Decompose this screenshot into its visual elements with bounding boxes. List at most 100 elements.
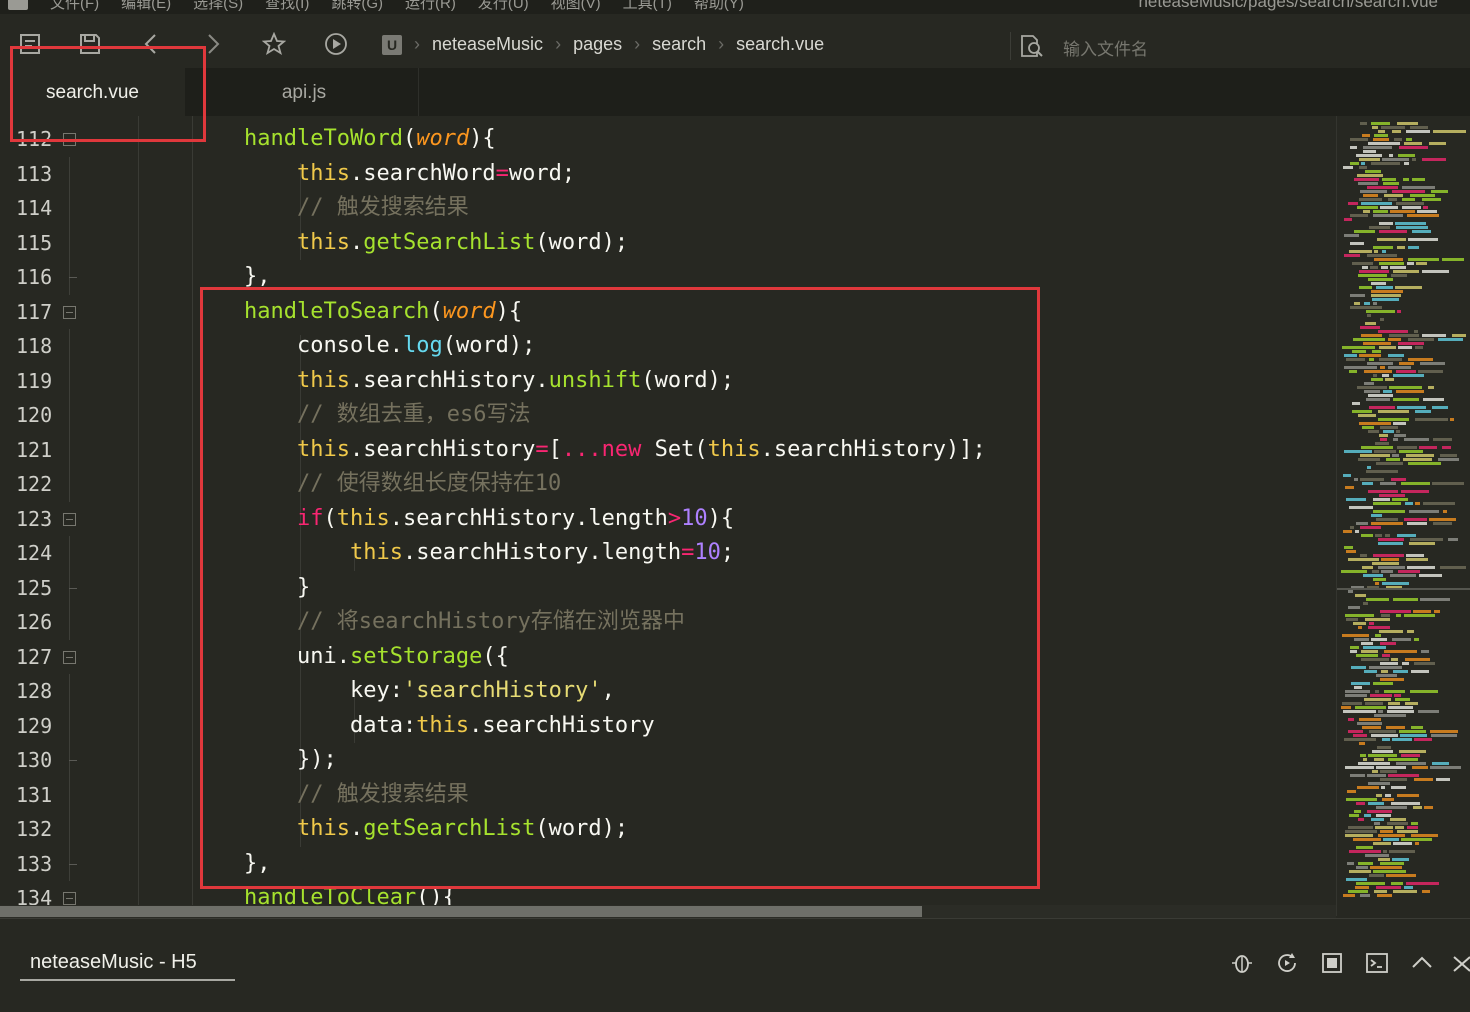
minimap-line (1355, 594, 1366, 597)
minimap-line (1392, 638, 1411, 641)
menu-item[interactable]: 文件(F) (50, 0, 99, 13)
menu-item[interactable]: 选择(S) (193, 0, 243, 13)
code-line[interactable]: handleToWord(word){ (244, 122, 496, 156)
file-search[interactable]: 输入文件名 (1010, 32, 1311, 60)
minimap-line (1349, 506, 1373, 509)
fold-toggle-icon[interactable] (63, 650, 76, 664)
minimap-line (1379, 358, 1402, 361)
minimap-line (1392, 454, 1399, 457)
minimap-line (1361, 658, 1389, 661)
menu-item[interactable]: 视图(V) (551, 0, 601, 13)
minimap-line (1341, 706, 1351, 709)
restart-icon[interactable] (1274, 951, 1300, 977)
minimap-line (1399, 730, 1426, 733)
minimap-line (1359, 270, 1389, 273)
stop-icon[interactable] (1319, 951, 1345, 977)
minimap-line (1344, 234, 1359, 237)
fold-toggle-icon[interactable] (63, 892, 76, 905)
minimap-line (1376, 794, 1382, 797)
menu-item[interactable]: 发行(U) (478, 0, 529, 13)
minimap-line (1343, 474, 1351, 477)
menu-bar: 文件(F) 编辑(E) 选择(S) 查找(I) 跳转(G) 运行(R) 发行(U) 视图(V)… (0, 0, 1470, 14)
fold-end-marker (69, 863, 77, 865)
minimap-line (1362, 566, 1373, 569)
minimap-line (1346, 498, 1366, 501)
fold-line (69, 674, 70, 709)
minimap-line (1373, 138, 1389, 141)
minimap-line (1418, 370, 1443, 373)
minimap-line (1407, 262, 1414, 265)
minimap-line (1433, 130, 1466, 133)
minimap-line (1363, 150, 1376, 153)
fold-line (69, 191, 70, 226)
code-line[interactable]: this.getSearchList(word); (244, 226, 628, 260)
collapse-icon[interactable] (1409, 951, 1435, 977)
minimap-line (1353, 622, 1366, 625)
minimap-line (1355, 886, 1369, 889)
fold-toggle-icon[interactable] (63, 305, 76, 319)
fold-line (69, 398, 70, 433)
fold-line (69, 536, 70, 571)
minimap[interactable] (1336, 116, 1470, 916)
minimap-line (1374, 758, 1384, 761)
minimap-line (1373, 502, 1401, 505)
minimap-line (1371, 294, 1401, 297)
minimap-line (1364, 698, 1391, 701)
minimap-line (1402, 198, 1415, 201)
minimap-line (1399, 362, 1414, 365)
minimap-line (1363, 602, 1368, 605)
terminal-icon[interactable] (1364, 951, 1390, 977)
code-line[interactable]: this.searchWord=word; (244, 157, 575, 191)
minimap-line (1350, 138, 1368, 141)
minimap-line (1360, 894, 1370, 897)
line-number: 130 (16, 748, 53, 772)
minimap-line (1342, 634, 1369, 637)
breadcrumb-item[interactable]: neteaseMusic (432, 34, 543, 55)
console-tab[interactable]: neteaseMusic - H5 (20, 951, 235, 981)
breadcrumb-item[interactable]: pages (573, 34, 622, 55)
debug-icon[interactable] (1229, 951, 1255, 977)
breadcrumb-item[interactable]: search (652, 34, 706, 55)
fold-toggle-icon[interactable] (63, 512, 76, 526)
menu-item[interactable]: 工具(T) (623, 0, 672, 13)
line-number: 117 (16, 299, 53, 324)
minimap-line (1417, 210, 1437, 213)
minimap-line (1381, 126, 1405, 129)
minimap-line (1377, 894, 1392, 897)
code-line[interactable]: // 触发搜索结果 (244, 191, 469, 225)
horizontal-scrollbar[interactable] (0, 906, 922, 917)
minimap-line (1408, 338, 1434, 341)
minimap-line (1371, 818, 1384, 821)
menu-item[interactable]: 跳转(G) (331, 0, 383, 13)
minimap-line (1419, 446, 1437, 449)
menu-item[interactable]: 编辑(E) (121, 0, 171, 13)
minimap-line (1407, 214, 1439, 217)
minimap-line (1382, 582, 1409, 585)
minimap-line (1368, 142, 1400, 145)
minimap-line (1360, 454, 1390, 457)
menu-item[interactable]: 运行(R) (405, 0, 456, 13)
minimap-line (1399, 750, 1426, 753)
minimap-line (1354, 638, 1369, 641)
line-number: 128 (16, 679, 53, 703)
minimap-line (1396, 762, 1426, 765)
minimap-line (1356, 154, 1382, 157)
minimap-line (1352, 262, 1373, 265)
minimap-line (1346, 798, 1377, 801)
minimap-line (1376, 806, 1407, 809)
breadcrumb-item[interactable]: search.vue (736, 34, 824, 55)
minimap-line (1375, 634, 1381, 637)
minimap-line (1380, 778, 1407, 781)
menu-item[interactable]: 帮助(Y) (694, 0, 744, 13)
minimap-line (1443, 510, 1447, 513)
minimap-line (1413, 806, 1422, 809)
code-token: // 触发搜索结果 (244, 195, 469, 220)
close-icon[interactable] (1450, 951, 1470, 977)
menu-item[interactable]: 查找(I) (265, 0, 309, 13)
minimap-line (1384, 194, 1403, 197)
minimap-line (1405, 502, 1413, 505)
star-icon[interactable] (261, 31, 287, 56)
tab-api-js[interactable]: api.js (190, 68, 419, 116)
run-icon[interactable] (324, 32, 348, 56)
file-search-input[interactable]: 输入文件名 (1063, 35, 1148, 60)
